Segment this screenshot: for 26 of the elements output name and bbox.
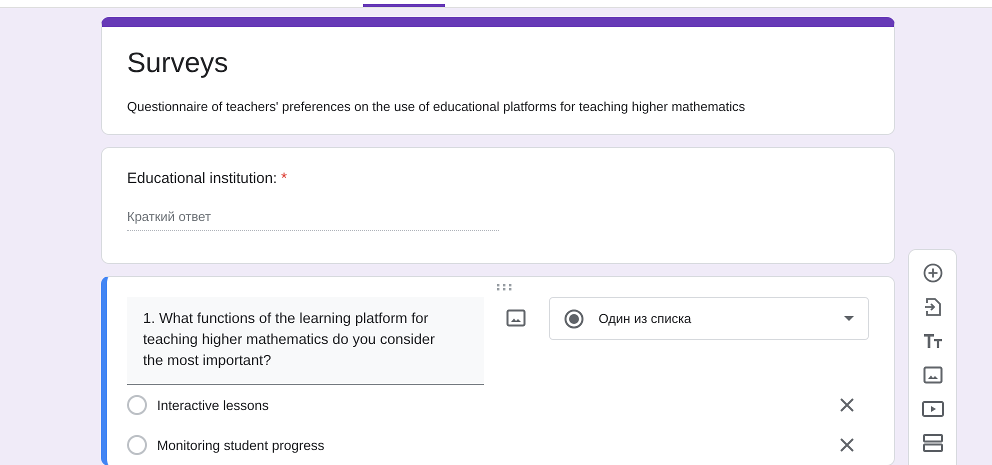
radio-circle — [127, 435, 147, 455]
remove-option-button[interactable] — [840, 438, 854, 452]
close-icon — [840, 398, 854, 412]
remove-option-button[interactable] — [840, 398, 854, 412]
add-icon — [922, 262, 942, 282]
section-icon — [922, 434, 942, 452]
file-import-icon — [924, 296, 942, 316]
drag-handle-icon[interactable] — [496, 283, 512, 291]
close-icon — [840, 438, 854, 452]
video-icon — [922, 400, 944, 416]
caret-icon — [844, 316, 854, 321]
option-text[interactable]: Monitoring student progress — [157, 438, 840, 452]
required-mark: * — [281, 170, 287, 187]
question-label: Educational institution: — [127, 170, 278, 187]
text-format-icon — [922, 332, 942, 348]
image-icon — [506, 309, 526, 327]
question-type-dropdown[interactable]: Один из списка — [549, 297, 869, 340]
image-icon — [922, 366, 942, 384]
radio-circle — [127, 395, 147, 415]
option-text[interactable]: Interactive lessons — [157, 398, 840, 412]
form-title: Surveys — [126, 46, 230, 80]
radio-button-icon — [564, 308, 584, 328]
short-answer-field[interactable]: Краткий ответ — [127, 205, 499, 231]
question-text-field[interactable]: 1. What functions of the learning platform for teaching higher mathematics do you consider the most important? — [127, 297, 484, 385]
add-image-button[interactable] — [506, 309, 526, 327]
form-description: Questionnaire of teachers' preferences on the use of educational platforms for teaching higher mathematics — [126, 98, 746, 116]
